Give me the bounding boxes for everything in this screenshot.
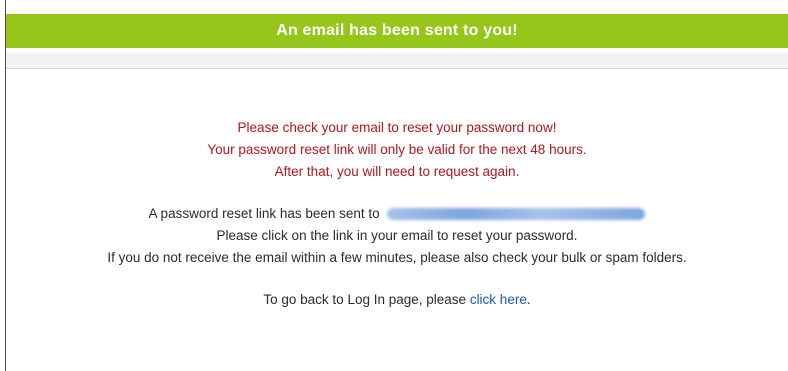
click-here-link[interactable]: click here	[470, 292, 527, 307]
warning-message: Please check your email to reset your pa…	[6, 117, 788, 183]
info-line-1: A password reset link has been sent to	[6, 203, 788, 225]
back-line: To go back to Log In page, please click …	[6, 289, 788, 311]
info-line-3: If you do not receive the email within a…	[107, 250, 687, 265]
back-to-login: To go back to Log In page, please click …	[6, 289, 788, 311]
page: An email has been sent to you! Please ch…	[0, 0, 788, 371]
header-title: An email has been sent to you!	[276, 22, 518, 39]
info-line-2: Please click on the link in your email t…	[216, 228, 578, 243]
sent-to-text: A password reset link has been sent to	[148, 206, 380, 221]
redacted-email	[387, 208, 646, 221]
back-prefix: To go back to Log In page, please	[263, 292, 467, 307]
warning-line-1: Please check your email to reset your pa…	[237, 120, 557, 135]
header-banner: An email has been sent to you!	[6, 14, 788, 48]
message-content: Please check your email to reset your pa…	[6, 117, 788, 311]
warning-line-3: After that, you will need to request aga…	[274, 164, 520, 179]
sub-toolbar	[6, 53, 788, 69]
warning-line-2: Your password reset link will only be va…	[207, 142, 587, 157]
back-suffix: .	[526, 292, 531, 307]
info-message: A password reset link has been sent to P…	[6, 203, 788, 269]
